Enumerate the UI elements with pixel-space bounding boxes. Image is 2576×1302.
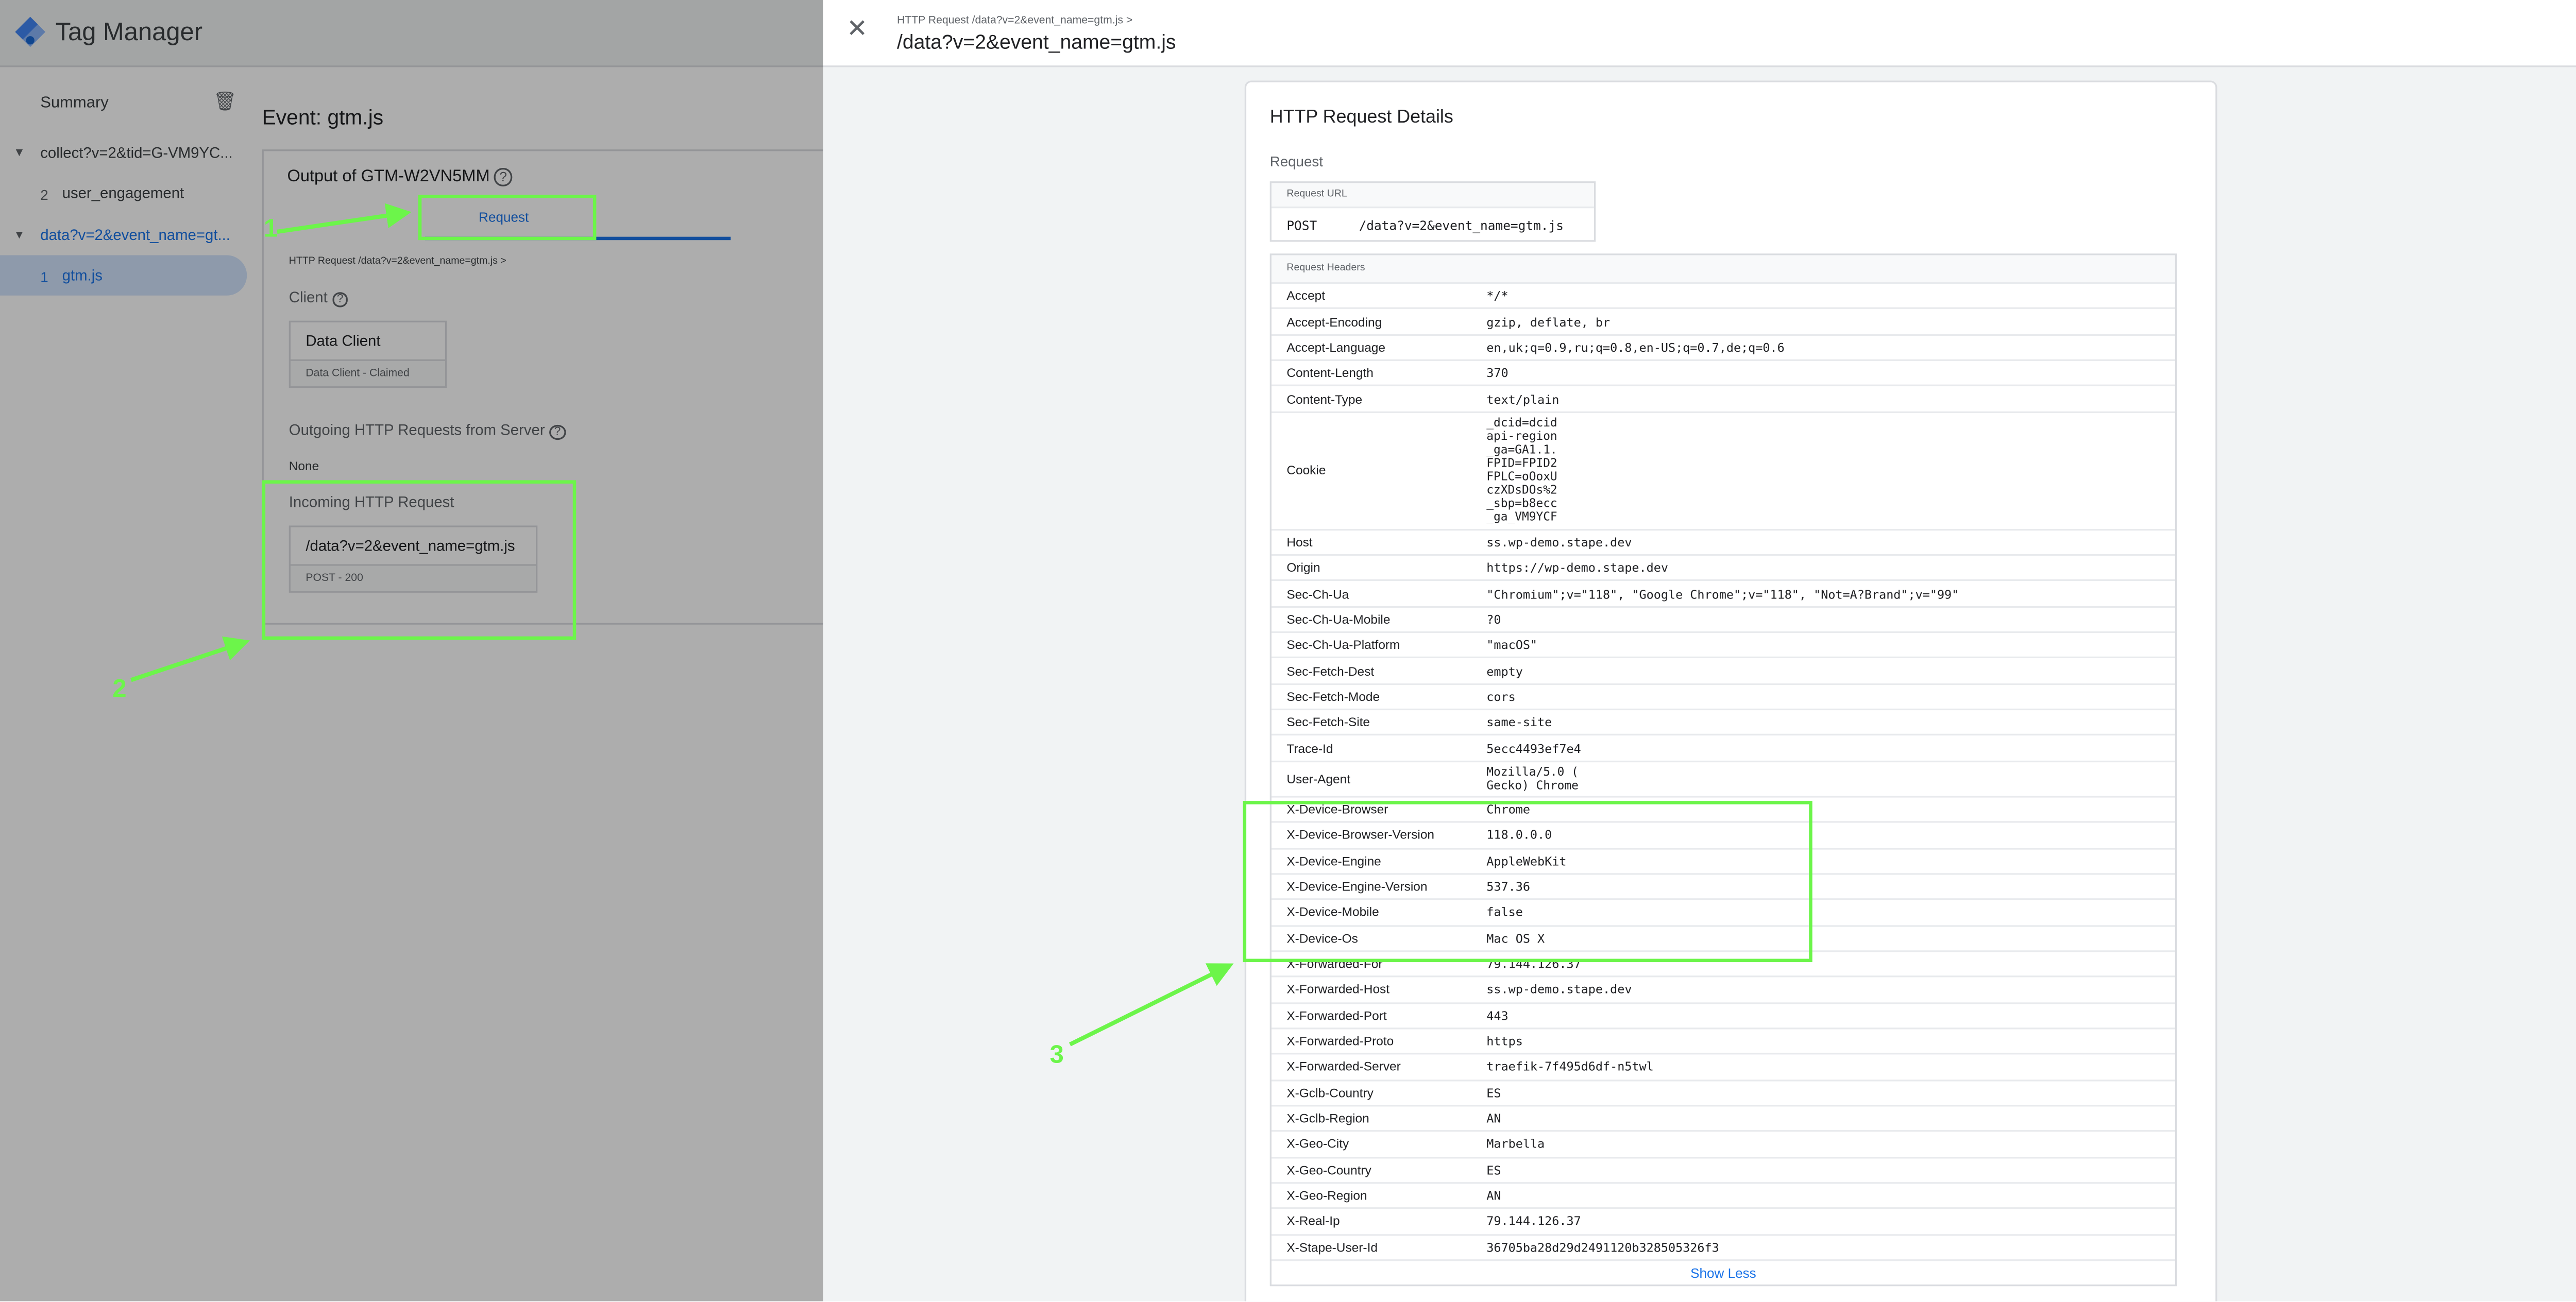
annotation-arrow-3 — [1069, 963, 1234, 1047]
annotation-arrow-2 — [130, 636, 250, 682]
annotation-arrows — [130, 203, 1234, 1047]
annotation-arrow-1 — [277, 203, 412, 234]
